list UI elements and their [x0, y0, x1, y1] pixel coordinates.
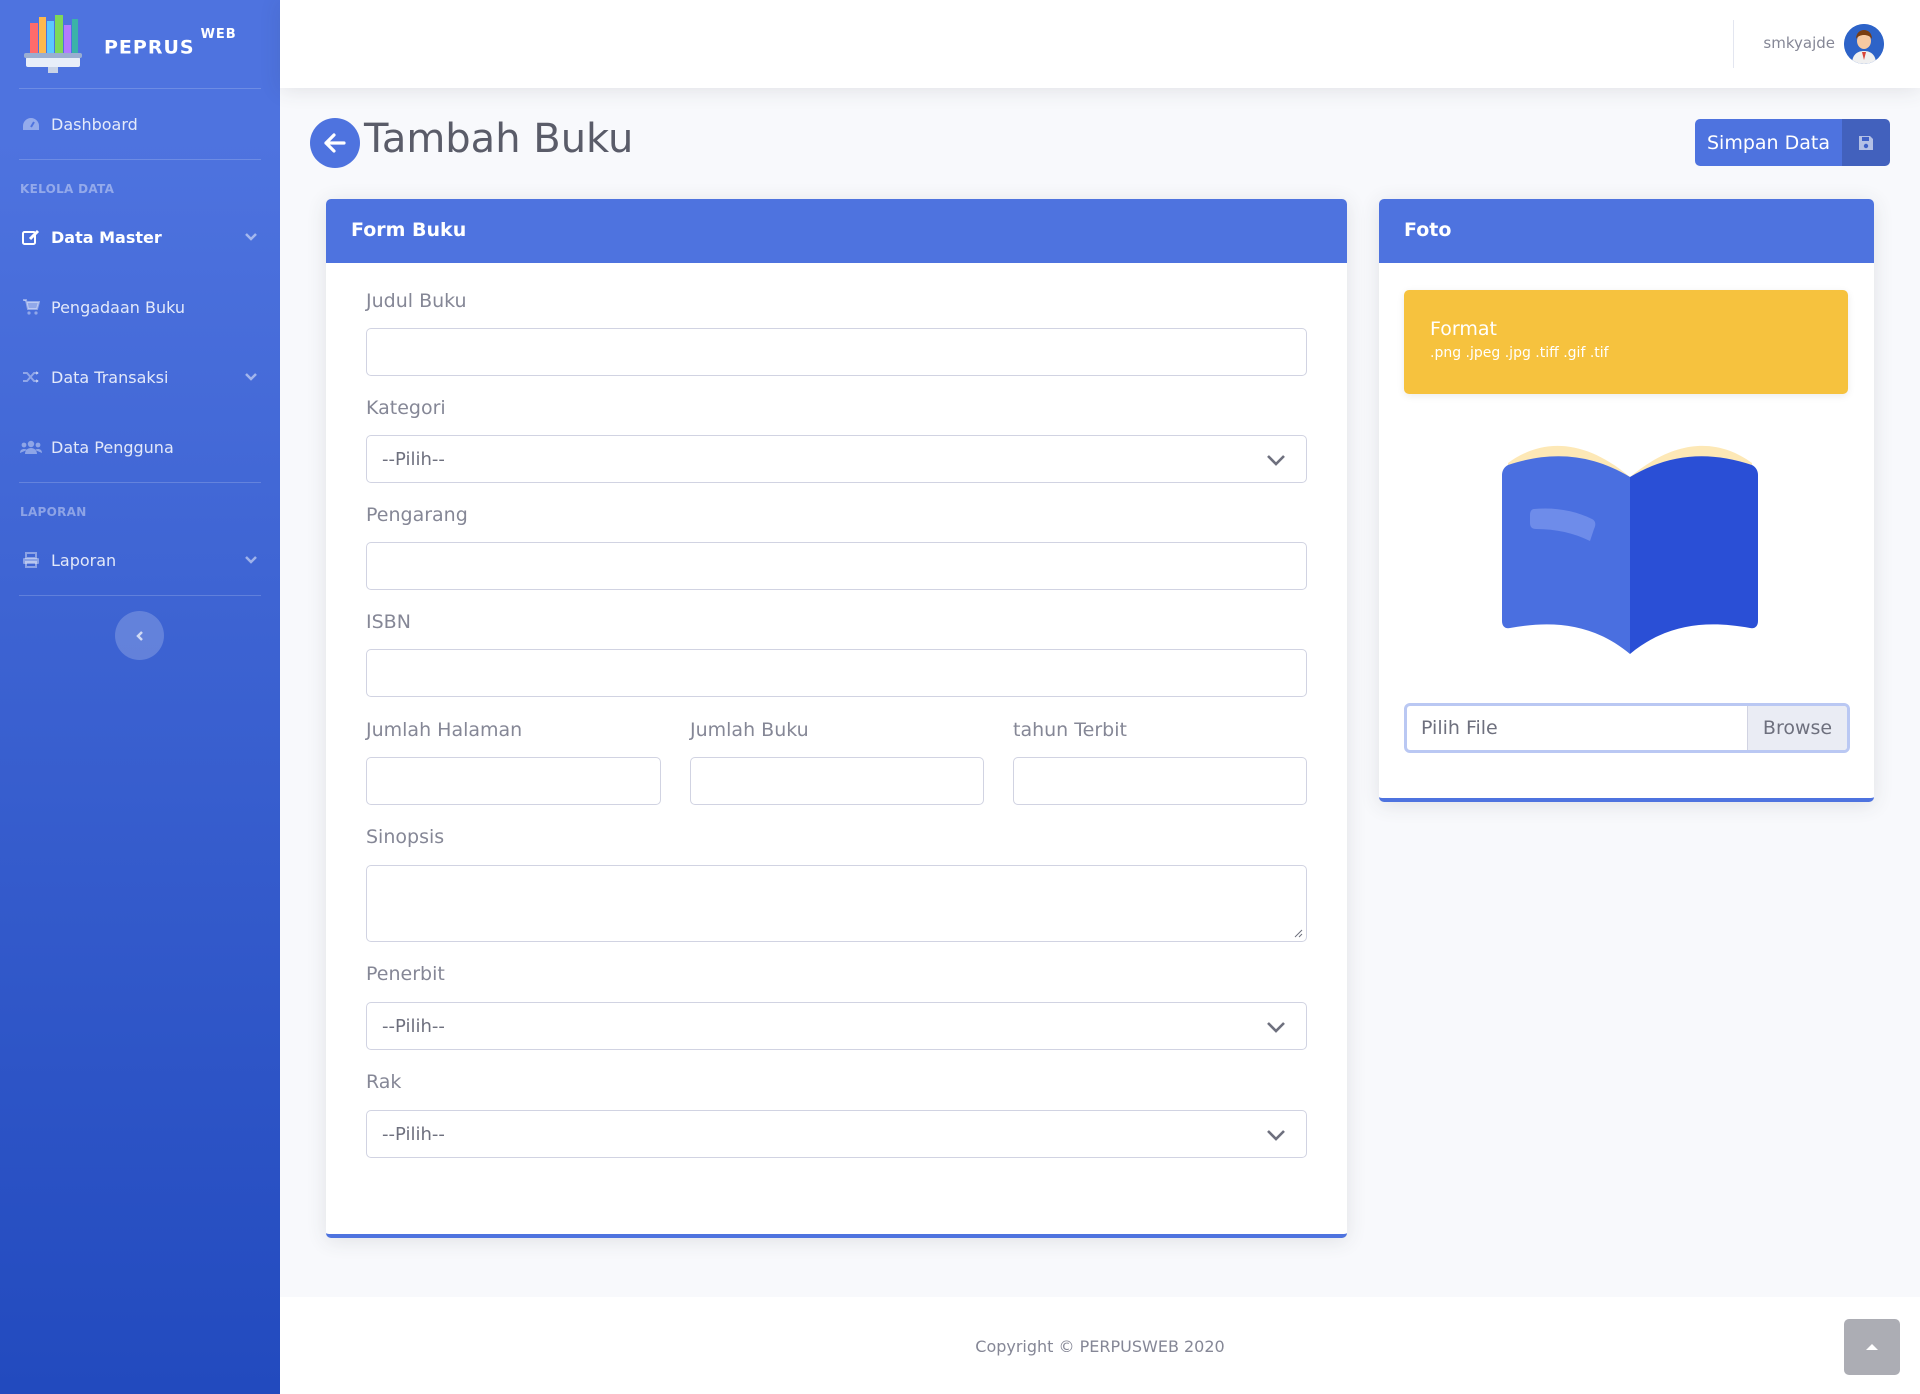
form-card-header: Form Buku	[326, 199, 1347, 263]
sidebar: PEPRUS WEB Dashboard KELOLA DATA Data Mas…	[0, 0, 280, 1394]
sidebar-item-pengadaan-buku[interactable]: Pengadaan Buku	[0, 272, 280, 342]
users-icon	[20, 438, 42, 456]
print-icon	[20, 551, 42, 569]
form-card: Form Buku Judul Buku Kategori --Pilih-- …	[326, 199, 1347, 1238]
sidebar-item-label: Data Pengguna	[51, 437, 174, 457]
book-illustration-icon	[1502, 445, 1758, 654]
jumlah-buku-input[interactable]	[690, 757, 984, 805]
photo-card: Foto Format .png .jpeg .jpg .tiff .gif .…	[1379, 199, 1874, 802]
penerbit-select[interactable]: --Pilih--	[366, 1002, 1307, 1050]
sidebar-heading: KELOLA DATA	[20, 182, 115, 196]
format-alert-text: .png .jpeg .jpg .tiff .gif .tif	[1430, 345, 1609, 361]
isbn-label: ISBN	[366, 611, 411, 633]
sidebar-item-data-master[interactable]: Data Master	[0, 202, 280, 272]
file-upload-input[interactable]: Pilih File Browse	[1404, 703, 1850, 753]
sinopsis-textarea[interactable]	[366, 865, 1307, 942]
brand-title: PEPRUS	[104, 36, 195, 59]
chevron-down-icon	[1267, 1022, 1285, 1033]
brand-logo-icon	[20, 13, 86, 75]
avatar[interactable]	[1844, 24, 1884, 64]
scroll-to-top-button[interactable]	[1844, 1319, 1900, 1375]
chevron-left-icon	[135, 630, 143, 641]
brand[interactable]: PEPRUS WEB	[0, 0, 280, 88]
sidebar-item-label: Pengadaan Buku	[51, 297, 186, 317]
sidebar-item-label: Dashboard	[51, 114, 138, 134]
save-icon	[1842, 119, 1890, 166]
footer: Copyright © PERPUSWEB 2020	[280, 1297, 1920, 1394]
pengarang-label: Pengarang	[366, 504, 468, 526]
kategori-select[interactable]: --Pilih--	[366, 435, 1307, 483]
user-name[interactable]: smkyajde	[1763, 34, 1835, 52]
topbar: smkyajde	[280, 0, 1920, 88]
photo-card-header: Foto	[1379, 199, 1874, 263]
judul-buku-label: Judul Buku	[366, 290, 467, 312]
tahun-terbit-input[interactable]	[1013, 757, 1307, 805]
jumlah-halaman-label: Jumlah Halaman	[366, 719, 523, 741]
file-upload-placeholder[interactable]: Pilih File	[1407, 706, 1747, 750]
save-button-label: Simpan Data	[1707, 131, 1830, 154]
kategori-selected-value: --Pilih--	[382, 448, 445, 470]
pengarang-input[interactable]	[366, 542, 1307, 590]
sidebar-toggle-button[interactable]	[115, 611, 164, 660]
sidebar-divider	[19, 595, 261, 596]
edit-icon	[20, 228, 42, 246]
sidebar-item-data-pengguna[interactable]: Data Pengguna	[0, 412, 280, 482]
random-icon	[20, 368, 42, 386]
footer-copyright: Copyright © PERPUSWEB 2020	[975, 1337, 1225, 1356]
judul-buku-input[interactable]	[366, 328, 1307, 376]
arrow-left-icon	[324, 133, 346, 153]
chevron-down-icon	[245, 233, 257, 241]
rak-selected-value: --Pilih--	[382, 1123, 445, 1145]
brand-suffix: WEB	[200, 27, 237, 43]
resize-grip-icon[interactable]	[1294, 929, 1303, 938]
kategori-label: Kategori	[366, 397, 446, 419]
cart-icon	[20, 298, 42, 316]
penerbit-label: Penerbit	[366, 963, 445, 985]
isbn-input[interactable]	[366, 649, 1307, 697]
jumlah-halaman-input[interactable]	[366, 757, 661, 805]
format-alert-title: Format	[1430, 318, 1497, 340]
jumlah-buku-label: Jumlah Buku	[690, 719, 809, 741]
topbar-divider	[1733, 20, 1734, 68]
save-button[interactable]: Simpan Data	[1695, 119, 1890, 166]
sidebar-item-dashboard[interactable]: Dashboard	[0, 89, 280, 159]
sidebar-item-label: Data Master	[51, 227, 162, 247]
page-title: Tambah Buku	[364, 116, 634, 162]
format-alert: Format .png .jpeg .jpg .tiff .gif .tif	[1404, 290, 1848, 394]
tachometer-icon	[20, 115, 42, 133]
penerbit-selected-value: --Pilih--	[382, 1015, 445, 1037]
chevron-down-icon	[245, 556, 257, 564]
chevron-up-icon	[1866, 1344, 1878, 1350]
tahun-terbit-label: tahun Terbit	[1013, 719, 1127, 741]
brand-name: PEPRUS WEB	[104, 27, 237, 59]
chevron-down-icon	[1267, 1130, 1285, 1141]
chevron-down-icon	[1267, 455, 1285, 466]
sinopsis-label: Sinopsis	[366, 826, 445, 848]
sidebar-item-label: Data Transaksi	[51, 367, 169, 387]
sidebar-heading: LAPORAN	[20, 505, 87, 519]
rak-label: Rak	[366, 1071, 402, 1093]
browse-button[interactable]: Browse	[1747, 706, 1847, 750]
chevron-down-icon	[245, 373, 257, 381]
sidebar-item-laporan[interactable]: Laporan	[0, 525, 280, 595]
sidebar-item-label: Laporan	[51, 550, 117, 570]
sidebar-item-data-transaksi[interactable]: Data Transaksi	[0, 342, 280, 412]
back-button[interactable]	[310, 118, 360, 168]
rak-select[interactable]: --Pilih--	[366, 1110, 1307, 1158]
